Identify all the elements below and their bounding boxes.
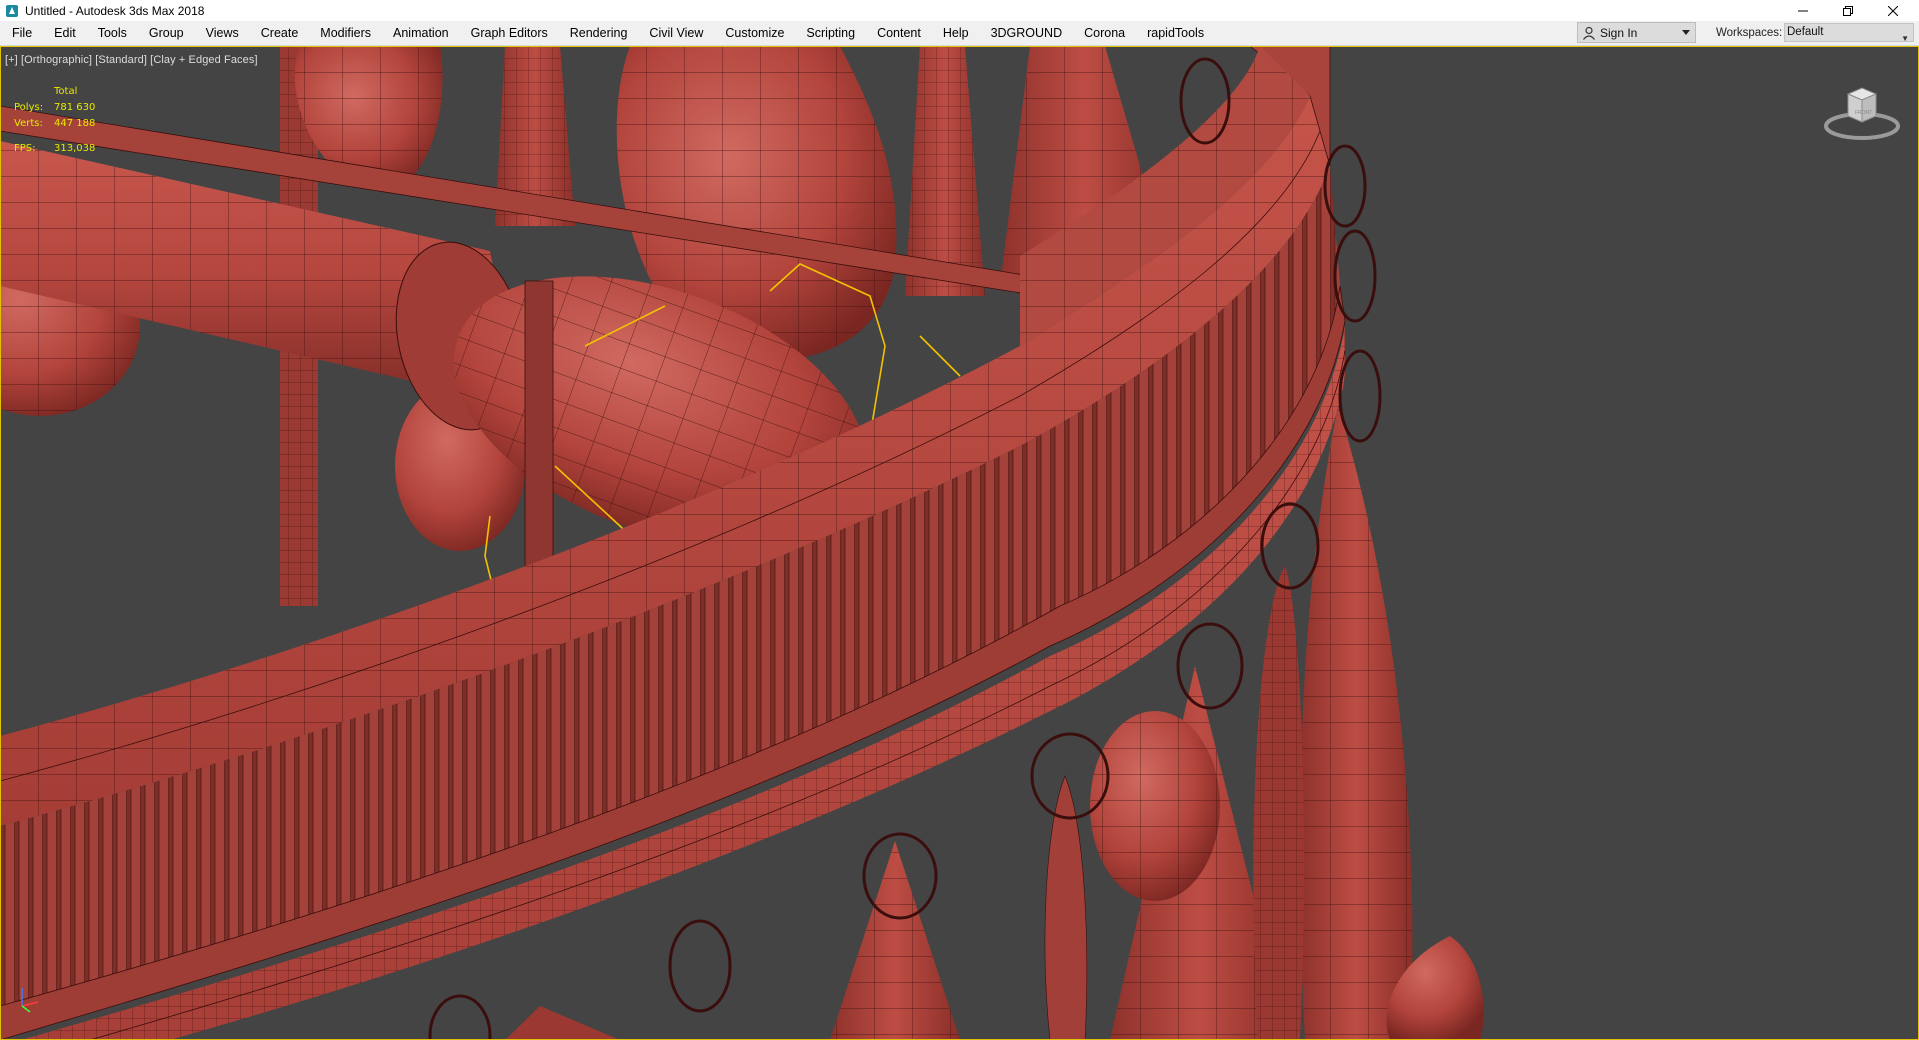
- menu-edit[interactable]: Edit: [43, 21, 87, 45]
- window-title: Untitled - Autodesk 3ds Max 2018: [25, 3, 205, 18]
- stats-polys-value: 781 630: [54, 102, 96, 113]
- workspaces-label: Workspaces:: [1716, 27, 1783, 39]
- axis-tripod-icon: [21, 988, 39, 1013]
- menu-group[interactable]: Group: [138, 21, 195, 45]
- viewcube-face-label: FRONT: [1855, 110, 1872, 116]
- sign-in-label: Sign In: [1600, 25, 1638, 40]
- title-bar: Untitled - Autodesk 3ds Max 2018: [0, 0, 1919, 21]
- menu-content[interactable]: Content: [866, 21, 932, 45]
- menu-create[interactable]: Create: [250, 21, 310, 45]
- menu-rapidtools[interactable]: rapidTools: [1136, 21, 1215, 45]
- minimize-icon: [1798, 10, 1808, 11]
- menu-bar: File Edit Tools Group Views Create Modif…: [0, 21, 1919, 46]
- stats-fps-row: FPS: 313,038: [14, 141, 95, 157]
- menu-file[interactable]: File: [0, 21, 43, 45]
- stats-verts-key: Verts:: [14, 118, 43, 129]
- stats-fps-value: 313,038: [54, 143, 96, 154]
- menu-views[interactable]: Views: [195, 21, 250, 45]
- stats-polys-row: Polys: 781 630: [14, 100, 95, 116]
- stats-fps-key: FPS:: [14, 143, 36, 154]
- restore-button[interactable]: [1826, 0, 1870, 21]
- chevron-down-icon: ▼: [1901, 34, 1909, 43]
- stats-verts-value: 447 188: [54, 118, 96, 129]
- 3dsmax-app-icon: [6, 4, 18, 17]
- perspective-viewport[interactable]: [+] [Orthographic] [Standard] [Clay + Ed…: [0, 46, 1919, 1040]
- menu-tools[interactable]: Tools: [87, 21, 138, 45]
- menu-graph-editors[interactable]: Graph Editors: [460, 21, 559, 45]
- menu-help[interactable]: Help: [932, 21, 980, 45]
- restore-icon: [1843, 5, 1853, 16]
- sign-in-button[interactable]: Sign In: [1577, 22, 1696, 43]
- viewport-label-menu[interactable]: [+] [Orthographic] [Standard] [Clay + Ed…: [5, 54, 258, 66]
- menu-corona[interactable]: Corona: [1073, 21, 1136, 45]
- workspace-select[interactable]: Default ▼: [1784, 23, 1914, 43]
- menu-animation[interactable]: Animation: [382, 21, 460, 45]
- stats-verts-row: Verts: 447 188: [14, 116, 95, 132]
- chevron-down-icon: [1682, 30, 1690, 35]
- menu-rendering[interactable]: Rendering: [559, 21, 639, 45]
- stats-total-label: Total: [54, 86, 78, 97]
- menu-modifiers[interactable]: Modifiers: [309, 21, 382, 45]
- menu-customize[interactable]: Customize: [714, 21, 795, 45]
- viewcube-icon[interactable]: FRONT: [1822, 82, 1902, 142]
- close-button[interactable]: [1871, 0, 1915, 21]
- close-icon: [1888, 5, 1898, 16]
- workspace-value: Default: [1787, 26, 1824, 38]
- menu-3dground[interactable]: 3DGROUND: [980, 21, 1074, 45]
- viewport-scene[interactable]: [0, 46, 1919, 1040]
- minimize-button[interactable]: [1781, 0, 1825, 21]
- stats-polys-key: Polys:: [14, 102, 44, 113]
- menu-civil-view[interactable]: Civil View: [638, 21, 714, 45]
- statistics-overlay: Total Polys: 781 630 Verts: 447 188 FPS:…: [14, 84, 95, 157]
- user-icon: [1583, 26, 1595, 40]
- menu-scripting[interactable]: Scripting: [795, 21, 866, 45]
- stats-total-row: Total: [14, 84, 95, 100]
